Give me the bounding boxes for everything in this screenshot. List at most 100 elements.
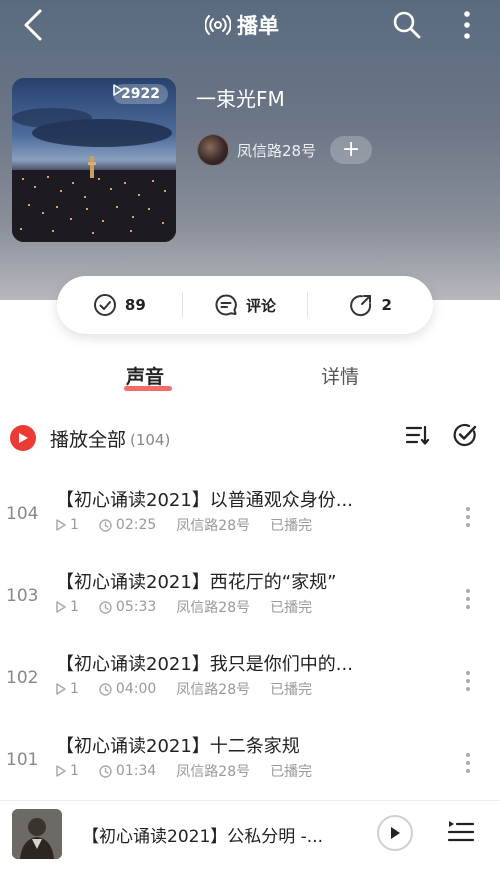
back-button[interactable]	[18, 5, 48, 45]
track-status: 已播完	[270, 600, 313, 616]
list-tools	[404, 422, 478, 452]
track-more-button[interactable]	[458, 584, 478, 614]
track-status: 已播完	[270, 764, 313, 780]
sort-button[interactable]	[404, 422, 430, 452]
play-icon	[19, 433, 28, 443]
play-all-row: 播放全部 (104)	[0, 418, 500, 458]
track-number: 101	[6, 750, 39, 770]
play-all-label[interactable]: 播放全部	[50, 425, 126, 452]
subscribe-count: 89	[124, 296, 146, 314]
track-author: 凤信路28号	[176, 518, 251, 534]
play-all-count: (104)	[130, 430, 171, 449]
track-title[interactable]: 【初心诵读2021】以普通观众身份...	[56, 486, 353, 512]
check-circle-icon	[453, 423, 477, 447]
mini-play-button[interactable]	[377, 815, 413, 851]
track-meta: 1 01:34 凤信路28号 已播完	[56, 761, 312, 781]
more-vertical-icon	[464, 11, 470, 39]
track-status: 已播完	[270, 518, 313, 534]
share-count: 2	[381, 296, 392, 314]
play-icon	[391, 827, 400, 839]
more-dot	[466, 679, 470, 683]
more-dot	[466, 507, 470, 511]
track-duration: 04:00	[115, 681, 157, 697]
play-all-button[interactable]	[10, 425, 36, 451]
more-dot	[466, 597, 470, 601]
page-title: 播单	[237, 14, 279, 38]
track-plays: 1	[70, 517, 79, 533]
track-meta: 1 02:25 凤信路28号 已播完	[56, 515, 312, 535]
clock-icon	[99, 518, 112, 532]
nav-title-group: 播单	[205, 10, 279, 40]
playlist-cover[interactable]: 2922	[12, 78, 176, 242]
track-duration: 05:33	[115, 599, 157, 615]
comment-button[interactable]: 评论	[183, 290, 308, 320]
track-more-button[interactable]	[458, 502, 478, 532]
more-options-button[interactable]	[450, 6, 484, 44]
track-status: 已播完	[270, 682, 313, 698]
more-dot	[466, 753, 470, 757]
playlist-icon	[447, 821, 475, 842]
creator-name[interactable]: 凤信路28号	[237, 140, 316, 161]
play-outline-icon	[56, 601, 66, 613]
track-meta: 1 04:00 凤信路28号 已播完	[56, 679, 312, 699]
play-outline-icon	[56, 519, 66, 531]
track-plays: 1	[70, 763, 79, 779]
more-dot	[466, 589, 470, 593]
list-item[interactable]: 103 【初心诵读2021】西花厅的“家规” 1 05:33 凤信路28号 已播…	[0, 566, 500, 638]
track-number: 103	[6, 586, 39, 606]
creator-row: 凤信路28号 +	[197, 134, 373, 166]
track-author: 凤信路28号	[176, 682, 251, 698]
track-duration: 02:25	[115, 517, 157, 533]
comment-label: 评论	[246, 296, 277, 315]
action-card: 89 评论 2	[57, 276, 433, 334]
tab-bar: 声音 详情	[0, 356, 500, 396]
more-dot	[466, 761, 470, 765]
track-title[interactable]: 【初心诵读2021】我只是你们中的...	[56, 650, 353, 676]
track-author: 凤信路28号	[176, 600, 251, 616]
playlist-queue-button[interactable]	[446, 817, 476, 847]
track-duration: 01:34	[115, 763, 157, 779]
mini-player-title[interactable]: 【初心诵读2021】公私分明 -...	[82, 822, 362, 847]
track-number: 104	[6, 504, 39, 524]
play-outline-icon	[56, 683, 66, 695]
search-icon	[393, 11, 421, 39]
check-circle-icon	[93, 294, 116, 316]
list-item[interactable]: 104 【初心诵读2021】以普通观众身份... 1 02:25 凤信路28号 …	[0, 484, 500, 556]
track-title[interactable]: 【初心诵读2021】西花厅的“家规”	[56, 568, 336, 594]
track-more-button[interactable]	[458, 666, 478, 696]
nav-actions	[390, 6, 484, 44]
more-dot	[466, 769, 470, 773]
clock-icon	[99, 682, 112, 696]
share-button[interactable]: 2	[308, 290, 433, 320]
track-plays: 1	[70, 681, 79, 697]
list-item[interactable]: 102 【初心诵读2021】我只是你们中的... 1 04:00 凤信路28号 …	[0, 648, 500, 720]
tab-indicator	[124, 386, 172, 391]
more-dot	[466, 515, 470, 519]
play-count-value: 2922	[121, 86, 160, 102]
play-outline-icon	[56, 765, 66, 777]
track-title[interactable]: 【初心诵读2021】十二条家规	[56, 732, 300, 758]
subscribe-button[interactable]: 89	[57, 290, 182, 320]
mini-player-cover[interactable]	[12, 809, 62, 859]
tab-sound[interactable]: 声音	[126, 362, 164, 389]
more-dot	[466, 605, 470, 609]
tab-detail[interactable]: 详情	[321, 362, 359, 389]
multi-select-button[interactable]	[452, 422, 478, 452]
clock-icon	[99, 764, 112, 778]
track-author: 凤信路28号	[176, 764, 251, 780]
avatar[interactable]	[197, 134, 229, 166]
more-dot	[466, 523, 470, 527]
more-dot	[466, 687, 470, 691]
broadcast-icon	[205, 15, 231, 35]
sort-icon	[405, 425, 430, 445]
follow-button[interactable]: +	[330, 136, 373, 164]
track-meta: 1 05:33 凤信路28号 已播完	[56, 597, 312, 617]
clock-icon	[99, 600, 112, 614]
chevron-left-icon	[24, 9, 42, 41]
playlist-title: 一束光FM	[196, 87, 285, 111]
list-item[interactable]: 101 【初心诵读2021】十二条家规 1 01:34 凤信路28号 已播完	[0, 730, 500, 802]
play-count-badge: 2922	[113, 84, 168, 104]
track-more-button[interactable]	[458, 748, 478, 778]
search-button[interactable]	[390, 6, 424, 44]
mini-player[interactable]: 【初心诵读2021】公私分明 -...	[0, 800, 500, 875]
